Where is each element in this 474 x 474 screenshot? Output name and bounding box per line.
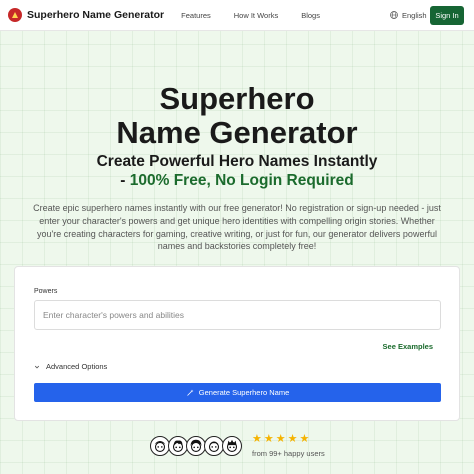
- star-icon: ★: [299, 433, 310, 445]
- nav-features[interactable]: Features: [181, 11, 211, 20]
- globe-icon: [390, 11, 398, 19]
- page-subtitle: Create Powerful Hero Names Instantly - 1…: [0, 152, 474, 190]
- chevron-down-icon: [34, 365, 40, 368]
- subtitle-dash: -: [120, 172, 130, 189]
- star-icon: ★: [252, 433, 262, 445]
- hero-description: Create epic superhero names instantly wi…: [33, 203, 441, 252]
- avatar-group: [150, 436, 242, 456]
- happy-users-text: from 99+ happy users: [252, 449, 325, 458]
- avatar-icon: [150, 436, 170, 456]
- avatar-icon: [222, 436, 242, 456]
- nav-how-it-works[interactable]: How It Works: [234, 11, 278, 20]
- magic-wand-icon: [186, 389, 194, 396]
- title-line-2: Name Generator: [116, 115, 358, 150]
- star-icon: ★: [275, 433, 286, 445]
- generate-button-label: Generate Superhero Name: [198, 388, 290, 397]
- avatar-icon: [168, 436, 188, 456]
- language-label: English: [401, 10, 427, 20]
- star-icon: ★: [263, 433, 274, 445]
- avatar-icon: [204, 436, 224, 456]
- powers-input[interactable]: [34, 300, 441, 330]
- page-title: Superhero Name Generator: [0, 82, 474, 150]
- generator-form-card: Powers See Examples Advanced Options Gen…: [14, 266, 460, 421]
- subtitle-accent: 100% Free, No Login Required: [129, 172, 354, 189]
- powers-label: Powers: [34, 288, 58, 295]
- user-rating: ★ ★ ★ ★ ★ from 99+ happy users: [252, 434, 325, 459]
- top-navbar: Superhero Name Generator Features How It…: [0, 0, 474, 31]
- brand-name: Superhero Name Generator: [27, 9, 165, 21]
- brand-link[interactable]: Superhero Name Generator: [8, 8, 164, 22]
- subtitle-line-1: Create Powerful Hero Names Instantly: [96, 153, 378, 170]
- avatar-icon: [186, 436, 206, 456]
- star-rating: ★ ★ ★ ★ ★: [252, 434, 325, 445]
- logo-icon: [8, 8, 22, 22]
- generate-button[interactable]: Generate Superhero Name: [34, 383, 441, 402]
- see-examples-link[interactable]: See Examples: [383, 342, 433, 351]
- advanced-options-toggle[interactable]: Advanced Options: [34, 362, 107, 371]
- social-proof: ★ ★ ★ ★ ★ from 99+ happy users: [150, 434, 325, 458]
- nav-blogs[interactable]: Blogs: [301, 11, 320, 20]
- star-icon: ★: [287, 433, 298, 445]
- main-nav: Features How It Works Blogs: [181, 11, 343, 20]
- sign-in-button[interactable]: Sign In: [430, 6, 464, 25]
- advanced-options-label: Advanced Options: [46, 362, 108, 371]
- title-line-1: Superhero: [159, 81, 315, 116]
